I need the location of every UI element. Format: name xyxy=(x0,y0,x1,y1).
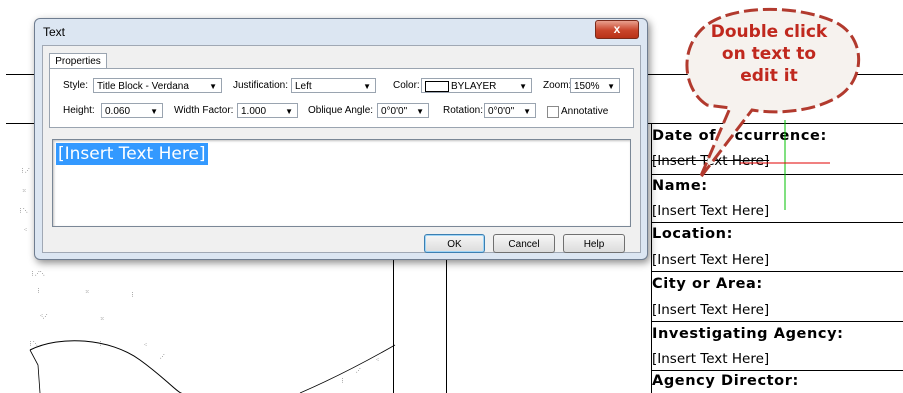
tb-line xyxy=(651,222,903,223)
tb-line xyxy=(651,271,903,272)
dialog-title: Text xyxy=(43,25,66,39)
color-swatch xyxy=(425,81,449,92)
callout-text: Double click on text to edit it xyxy=(694,21,844,87)
tb-heading-city[interactable]: City or Area: xyxy=(652,276,903,292)
help-button[interactable]: Help xyxy=(563,234,625,253)
zoom-dropdown[interactable]: 150% ▼ xyxy=(570,78,620,93)
chevron-down-icon: ▼ xyxy=(363,82,371,91)
height-value: 0.060 xyxy=(105,106,131,117)
drawing-canvas[interactable]: Date of Occurrence: [Insert Text Here] N… xyxy=(0,0,903,393)
style-label: Style: xyxy=(63,80,89,91)
text-dialog[interactable]: Text x Properties Style: Title Block - V… xyxy=(34,18,648,260)
tb-heading-director[interactable]: Agency Director: xyxy=(652,373,903,389)
svg-text:⁖: ⁖ xyxy=(144,343,147,349)
width-factor-dropdown[interactable]: 1.000 ▼ xyxy=(237,103,298,118)
text-editor[interactable]: [Insert Text Here] xyxy=(52,139,631,227)
chevron-down-icon: ▼ xyxy=(285,107,293,116)
svg-text:⋮⋰⋱: ⋮⋰⋱ xyxy=(30,271,45,277)
zoom-value: 150% xyxy=(574,81,600,92)
tab-properties[interactable]: Properties xyxy=(49,53,107,69)
color-value: BYLAYER xyxy=(451,81,497,92)
callout-line-3: edit it xyxy=(740,66,798,86)
svg-text:⁖: ⁖ xyxy=(376,358,379,364)
tb-value-location[interactable]: [Insert Text Here] xyxy=(652,252,903,268)
svg-text:⋮⋱: ⋮⋱ xyxy=(18,208,28,214)
justification-label: Justification: xyxy=(233,80,289,91)
oblique-angle-label: Oblique Angle: xyxy=(308,105,374,116)
color-dropdown[interactable]: BYLAYER ▼ xyxy=(421,78,532,93)
width-factor-value: 1.000 xyxy=(241,106,267,117)
rotation-label: Rotation: xyxy=(443,105,484,116)
chevron-down-icon: ▼ xyxy=(209,82,217,91)
svg-text:⁖: ⁖ xyxy=(24,228,27,234)
close-button[interactable]: x xyxy=(595,20,639,39)
tb-heading-location[interactable]: Location: xyxy=(652,226,903,242)
svg-text:⋰: ⋰ xyxy=(356,368,361,374)
chevron-down-icon: ▼ xyxy=(523,107,531,116)
crosshair-cursor-icon xyxy=(740,120,830,210)
tb-heading-agency[interactable]: Investigating Agency: xyxy=(652,326,903,342)
cancel-button[interactable]: Cancel xyxy=(493,234,555,253)
svg-text:⋮: ⋮ xyxy=(36,288,41,294)
color-label: Color: xyxy=(393,80,420,91)
svg-text:⁙: ⁙ xyxy=(85,289,89,295)
dialog-body: Properties Style: Title Block - Verdana ▼… xyxy=(42,45,641,253)
chevron-down-icon: ▼ xyxy=(416,107,424,116)
height-dropdown[interactable]: 0.060 ▼ xyxy=(101,103,163,118)
rotation-dropdown[interactable]: 0°0'0" ▼ xyxy=(484,103,536,118)
ok-button[interactable]: OK xyxy=(424,234,485,253)
svg-text:⁙: ⁙ xyxy=(22,188,26,194)
svg-text:⋮⋰: ⋮⋰ xyxy=(20,168,30,174)
tb-line xyxy=(651,370,903,371)
selected-text[interactable]: [Insert Text Here] xyxy=(56,143,208,165)
oblique-angle-dropdown[interactable]: 0°0'0" ▼ xyxy=(377,103,429,118)
style-dropdown[interactable]: Title Block - Verdana ▼ xyxy=(93,78,222,93)
tb-line xyxy=(651,321,903,322)
svg-text:⋰: ⋰ xyxy=(160,354,165,360)
tb-value-agency[interactable]: [Insert Text Here] xyxy=(652,351,903,367)
properties-panel: Style: Title Block - Verdana ▼ Justificat… xyxy=(49,68,634,128)
width-factor-label: Width Factor: xyxy=(174,105,234,116)
height-label: Height: xyxy=(63,105,95,116)
style-value: Title Block - Verdana xyxy=(97,81,189,92)
svg-text:⋮: ⋮ xyxy=(98,341,103,347)
oblique-angle-value: 0°0'0" xyxy=(381,106,408,117)
svg-text:⁙: ⁙ xyxy=(100,316,104,322)
zoom-label: Zoom: xyxy=(543,80,572,91)
tb-value-city[interactable]: [Insert Text Here] xyxy=(652,302,903,318)
svg-text:⋮: ⋮ xyxy=(340,378,345,384)
annotative-checkbox[interactable] xyxy=(547,106,559,118)
rotation-value: 0°0'0" xyxy=(488,106,515,117)
svg-text:⋮: ⋮ xyxy=(130,292,135,298)
svg-text:⋮⋱: ⋮⋱ xyxy=(28,341,38,347)
chevron-down-icon: ▼ xyxy=(150,107,158,116)
justification-value: Left xyxy=(295,81,312,92)
justification-dropdown[interactable]: Left ▼ xyxy=(291,78,376,93)
annotative-label: Annotative xyxy=(561,106,609,117)
sheet-divider-mid xyxy=(446,258,447,393)
chevron-down-icon: ▼ xyxy=(519,82,527,91)
callout-line-2: on text to xyxy=(721,44,817,64)
svg-text:⁖⋰: ⁖⋰ xyxy=(40,314,48,320)
callout-line-1: Double click xyxy=(710,22,828,42)
chevron-down-icon: ▼ xyxy=(607,82,615,91)
